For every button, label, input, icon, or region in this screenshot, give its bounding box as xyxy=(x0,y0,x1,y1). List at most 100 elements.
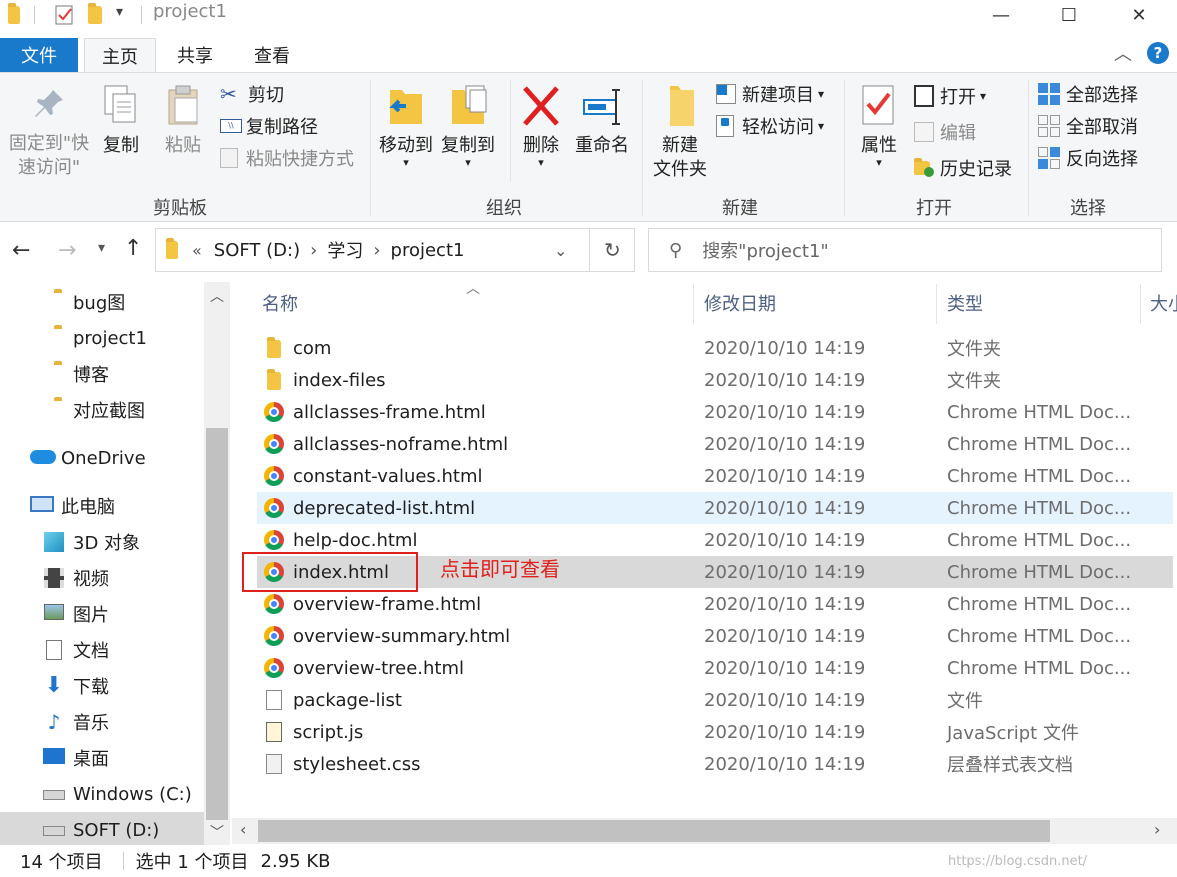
cut-button[interactable]: ✂ 剪切 xyxy=(220,80,284,108)
column-header-name[interactable]: 名称 xyxy=(262,290,298,318)
scroll-left-icon[interactable]: ‹ xyxy=(240,820,246,839)
tab-home[interactable]: 主页 xyxy=(84,38,156,73)
nav-item[interactable]: SOFT (D:) xyxy=(0,812,205,848)
file-name[interactable]: overview-summary.html xyxy=(293,626,510,647)
nav-item[interactable]: 3D 对象 xyxy=(0,524,205,560)
select-all-button[interactable]: 全部选择 xyxy=(1038,80,1138,108)
copy-path-button[interactable]: \\ 复制路径 xyxy=(220,112,318,140)
file-row[interactable]: overview-tree.html 2020/10/10 14:19 Chro… xyxy=(257,652,1173,684)
maximize-button[interactable]: ☐ xyxy=(1046,0,1092,30)
file-row[interactable]: allclasses-frame.html 2020/10/10 14:19 C… xyxy=(257,396,1173,428)
file-name[interactable]: overview-tree.html xyxy=(293,658,464,679)
copy-to-button[interactable]: 复制到 ▾ xyxy=(438,84,498,168)
up-arrow-icon[interactable]: ↑ xyxy=(124,236,142,261)
file-name[interactable]: index-files xyxy=(293,370,386,391)
recent-locations-icon[interactable]: ▾ xyxy=(98,240,105,256)
file-row[interactable]: script.js 2020/10/10 14:19 JavaScript 文件 xyxy=(257,716,1173,748)
file-row[interactable]: constant-values.html 2020/10/10 14:19 Ch… xyxy=(257,460,1173,492)
collapse-ribbon-icon[interactable]: ︿ xyxy=(1114,40,1132,66)
nav-pane-scrollbar[interactable]: ︿ ﹀ xyxy=(204,282,230,845)
nav-item[interactable]: project1 xyxy=(0,320,205,356)
file-name[interactable]: constant-values.html xyxy=(293,466,483,487)
scrollbar-thumb[interactable] xyxy=(206,428,228,820)
file-name[interactable]: script.js xyxy=(293,722,363,743)
properties-quick-icon[interactable] xyxy=(54,4,74,26)
file-name[interactable]: help-doc.html xyxy=(293,530,417,551)
move-to-button[interactable]: 移动到 ▾ xyxy=(376,84,436,168)
file-row[interactable]: deprecated-list.html 2020/10/10 14:19 Ch… xyxy=(257,492,1173,524)
history-button[interactable]: 历史记录 xyxy=(914,154,1012,182)
file-row[interactable]: overview-frame.html 2020/10/10 14:19 Chr… xyxy=(257,588,1173,620)
nav-item[interactable]: 图片 xyxy=(0,596,205,632)
tab-view[interactable]: 查看 xyxy=(240,38,304,72)
file-name[interactable]: allclasses-noframe.html xyxy=(293,434,508,455)
pin-quick-access-button[interactable]: 固定到"快 速访问" xyxy=(4,86,94,180)
file-name[interactable]: com xyxy=(293,338,331,359)
file-row[interactable]: index-files 2020/10/10 14:19 文件夹 xyxy=(257,364,1173,396)
nav-item[interactable]: 文档 xyxy=(0,632,205,668)
help-icon[interactable]: ? xyxy=(1147,42,1169,64)
file-row[interactable]: allclasses-noframe.html 2020/10/10 14:19… xyxy=(257,428,1173,460)
chevron-right-icon[interactable]: › xyxy=(373,240,380,261)
forward-arrow-icon[interactable]: → xyxy=(58,238,76,263)
scroll-down-icon[interactable]: ﹀ xyxy=(210,822,224,842)
column-divider[interactable] xyxy=(936,284,937,324)
tab-file[interactable]: 文件 xyxy=(0,38,78,72)
invert-selection-button[interactable]: 反向选择 xyxy=(1038,144,1138,172)
properties-button[interactable]: 属性 ▾ xyxy=(856,84,902,168)
new-folder-quick-icon[interactable] xyxy=(88,3,108,26)
breadcrumb-segment[interactable]: SOFT (D:) xyxy=(214,240,300,261)
rename-button[interactable]: 重命名 xyxy=(574,84,630,158)
nav-item[interactable]: OneDrive xyxy=(0,440,205,476)
nav-item[interactable]: 博客 xyxy=(0,356,205,392)
nav-item[interactable]: 此电脑 xyxy=(0,488,205,524)
file-name[interactable]: allclasses-frame.html xyxy=(293,402,486,423)
scroll-up-icon[interactable]: ︿ xyxy=(210,286,224,306)
chevron-right-icon[interactable]: › xyxy=(310,240,317,261)
file-row[interactable]: package-list 2020/10/10 14:19 文件 xyxy=(257,684,1173,716)
column-header-date[interactable]: 修改日期 xyxy=(704,290,776,318)
tab-share[interactable]: 共享 xyxy=(164,38,226,72)
select-none-button[interactable]: 全部取消 xyxy=(1038,112,1138,140)
new-folder-button[interactable]: 新建 文件夹 xyxy=(650,84,710,182)
column-header-size[interactable]: 大小 xyxy=(1150,290,1177,318)
address-prefix[interactable]: « xyxy=(192,241,202,260)
breadcrumb-segment[interactable]: 学习 xyxy=(327,237,363,263)
column-divider[interactable] xyxy=(693,284,694,324)
back-arrow-icon[interactable]: ← xyxy=(12,238,30,263)
scrollbar-thumb[interactable] xyxy=(258,820,1050,842)
copy-button[interactable]: 复制 xyxy=(98,84,144,158)
nav-item[interactable]: bug图 xyxy=(0,284,205,320)
edit-button[interactable]: 编辑 xyxy=(914,118,976,146)
address-bar[interactable]: « SOFT (D:) › 学习 › project1 ⌄ ↻ xyxy=(155,228,635,272)
nav-item[interactable]: 桌面 xyxy=(0,740,205,776)
column-header-type[interactable]: 类型 xyxy=(947,290,983,318)
nav-item[interactable]: 对应截图 xyxy=(0,392,205,428)
easy-access-button[interactable]: 轻松访问 ▾ xyxy=(716,112,824,140)
search-input[interactable]: 搜索"project1" xyxy=(702,237,828,263)
chevron-down-icon[interactable]: ⌄ xyxy=(554,241,567,260)
delete-button[interactable]: 删除 ▾ xyxy=(518,84,564,168)
search-box[interactable]: ⚲ 搜索"project1" xyxy=(648,228,1162,272)
breadcrumb-segment[interactable]: project1 xyxy=(391,240,465,261)
nav-item[interactable]: 视频 xyxy=(0,560,205,596)
paste-button[interactable]: 粘贴 xyxy=(160,84,206,158)
open-button[interactable]: 打开 ▾ xyxy=(914,82,986,110)
nav-item[interactable]: ⬇ 下载 xyxy=(0,668,205,704)
file-name[interactable]: deprecated-list.html xyxy=(293,498,475,519)
refresh-icon[interactable]: ↻ xyxy=(604,238,621,262)
file-name[interactable]: package-list xyxy=(293,690,402,711)
file-name[interactable]: overview-frame.html xyxy=(293,594,481,615)
nav-item[interactable]: Windows (C:) xyxy=(0,776,205,812)
nav-item[interactable]: ♪ 音乐 xyxy=(0,704,205,740)
new-item-button[interactable]: 新建项目 ▾ xyxy=(716,80,824,108)
minimize-button[interactable]: — xyxy=(978,0,1024,30)
file-row[interactable]: com 2020/10/10 14:19 文件夹 xyxy=(257,332,1173,364)
column-divider[interactable] xyxy=(1140,284,1141,324)
file-name[interactable]: stylesheet.css xyxy=(293,754,421,775)
scroll-right-icon[interactable]: › xyxy=(1154,820,1160,839)
file-row[interactable]: overview-summary.html 2020/10/10 14:19 C… xyxy=(257,620,1173,652)
chevron-down-icon[interactable]: ▾ xyxy=(116,4,123,20)
close-button[interactable]: ✕ xyxy=(1116,0,1162,30)
file-row[interactable]: stylesheet.css 2020/10/10 14:19 层叠样式表文档 xyxy=(257,748,1173,780)
